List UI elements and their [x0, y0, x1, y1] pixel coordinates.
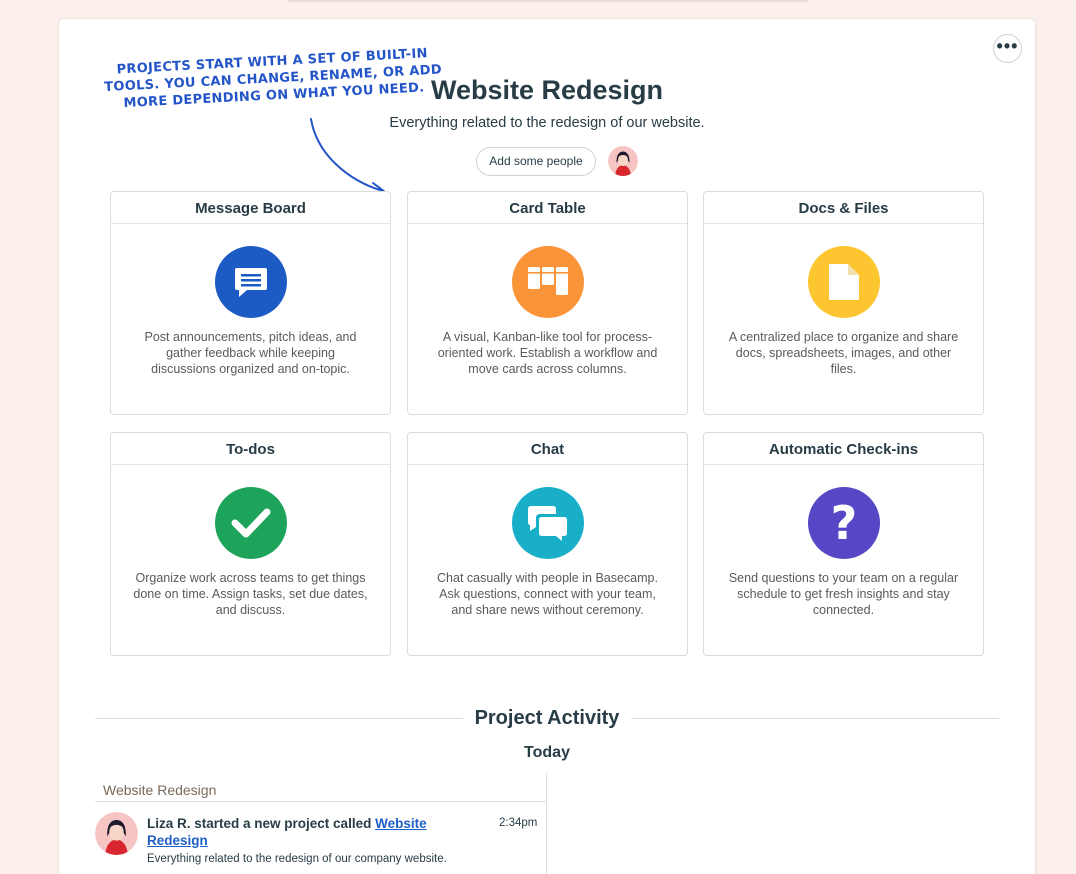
tool-card-todos[interactable]: To-dos Organize work across teams to get… — [110, 432, 391, 656]
tool-card-docs-files[interactable]: Docs & Files A centralized place to orga… — [703, 191, 984, 415]
divider — [95, 801, 546, 802]
tool-card-description: Send questions to your team on a regular… — [728, 571, 959, 617]
activity-entry-text: Liza R. started a new project called Web… — [147, 816, 447, 849]
question-mark-icon: ? — [808, 487, 880, 559]
tool-card-title: To-dos — [111, 433, 390, 465]
project-description: Everything related to the redesign of ou… — [389, 115, 705, 131]
tool-card-description: A centralized place to organize and shar… — [728, 330, 959, 376]
tool-card-title: Message Board — [111, 192, 390, 224]
activity-entry-time: 2:34pm — [499, 817, 538, 829]
checkmark-icon — [215, 487, 287, 559]
activity-title: Project Activity — [474, 706, 620, 729]
tool-card-title: Card Table — [408, 192, 687, 224]
ellipsis-icon[interactable]: ••• — [993, 34, 1022, 63]
tool-card-description: Organize work across teams to get things… — [133, 571, 368, 617]
tool-card-title: Automatic Check-ins — [704, 433, 983, 465]
divider — [631, 717, 999, 719]
divider — [95, 717, 463, 719]
avatar[interactable] — [95, 812, 138, 855]
tool-card-description: Post announcements, pitch ideas, and gat… — [144, 330, 357, 376]
tool-card-description: A visual, Kanban-like tool for process-o… — [437, 330, 658, 376]
people-row: Add some people — [59, 146, 1035, 176]
tool-card-chat[interactable]: Chat Chat casually with people in Baseca… — [407, 432, 688, 656]
tool-card-message-board[interactable]: Message Board Post announcements, pitch … — [110, 191, 391, 415]
document-icon — [808, 246, 880, 318]
tool-card-description: Chat casually with people in Basecamp. A… — [437, 571, 658, 617]
tool-card-card-table[interactable]: Card Table A visual, Kanban-like tool fo… — [407, 191, 688, 415]
day-label: Today — [524, 744, 570, 761]
activity-header: Project Activity — [95, 703, 999, 733]
message-board-icon — [215, 246, 287, 318]
avatar[interactable] — [607, 146, 638, 176]
tool-card-title: Docs & Files — [704, 192, 983, 224]
project-page: ••• Projects start with a set of built-i… — [58, 18, 1036, 874]
card-table-icon — [512, 246, 584, 318]
chat-bubbles-icon — [512, 487, 584, 559]
activity-entry-excerpt: Everything related to the redesign of ou… — [147, 853, 447, 865]
feed-project-label[interactable]: Website Redesign — [103, 782, 216, 798]
tool-card-title: Chat — [408, 433, 687, 465]
project-title: Website Redesign — [430, 75, 664, 105]
tool-card-automatic-checkins[interactable]: Automatic Check-ins ? Send questions to … — [703, 432, 984, 656]
top-strip — [288, 0, 808, 2]
activity-entry-actor: Liza R. started a new project called — [147, 816, 376, 831]
divider — [546, 773, 547, 874]
add-people-button[interactable]: Add some people — [476, 146, 596, 176]
